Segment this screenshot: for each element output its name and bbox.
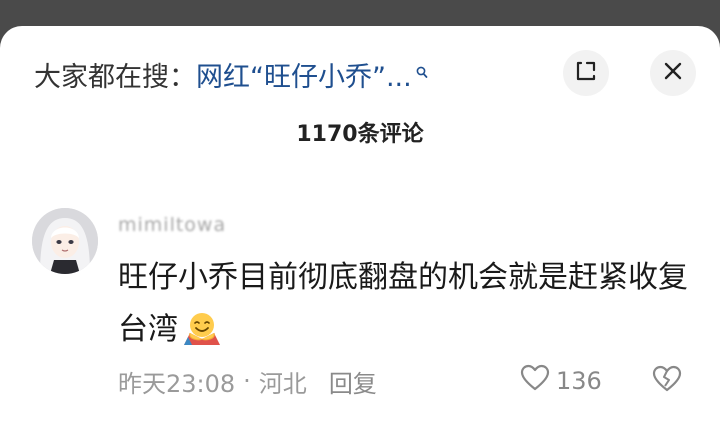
heart-icon: [520, 364, 550, 398]
trending-search-bar[interactable]: 大家都在搜： 网红“旺仔小乔”...: [34, 54, 428, 94]
trending-search-prefix: 大家都在搜：: [34, 61, 196, 93]
hugging-face-emoji-icon: [182, 310, 222, 345]
close-icon: [663, 61, 683, 85]
comment-username[interactable]: mimiltowa: [118, 214, 226, 236]
search-icon[interactable]: [416, 56, 428, 80]
comment-time: 昨天23:08: [118, 369, 236, 398]
trending-search-term[interactable]: 网红“旺仔小乔”...: [196, 55, 412, 94]
expand-button[interactable]: [563, 50, 609, 96]
like-count: 136: [556, 367, 602, 395]
comment-body: 旺仔小乔目前彻底翻盘的机会就是赶紧收复台湾: [118, 252, 698, 356]
meta-separator: ·: [243, 367, 251, 395]
avatar[interactable]: [32, 208, 98, 274]
reply-button[interactable]: 回复: [329, 364, 377, 399]
expand-icon: [575, 60, 597, 86]
like-button[interactable]: 136: [520, 364, 602, 398]
close-button[interactable]: [650, 50, 696, 96]
broken-heart-icon: [652, 365, 682, 397]
comment-location: 河北: [258, 369, 307, 398]
comment-sheet: 大家都在搜： 网红“旺仔小乔”... 1170条评论 mimiltowa 旺仔小…: [0, 26, 720, 424]
comment-meta: 昨天23:08 · 河北 回复: [118, 364, 377, 398]
dislike-button[interactable]: [650, 364, 684, 398]
comment-count-title: 1170条评论: [296, 122, 424, 147]
